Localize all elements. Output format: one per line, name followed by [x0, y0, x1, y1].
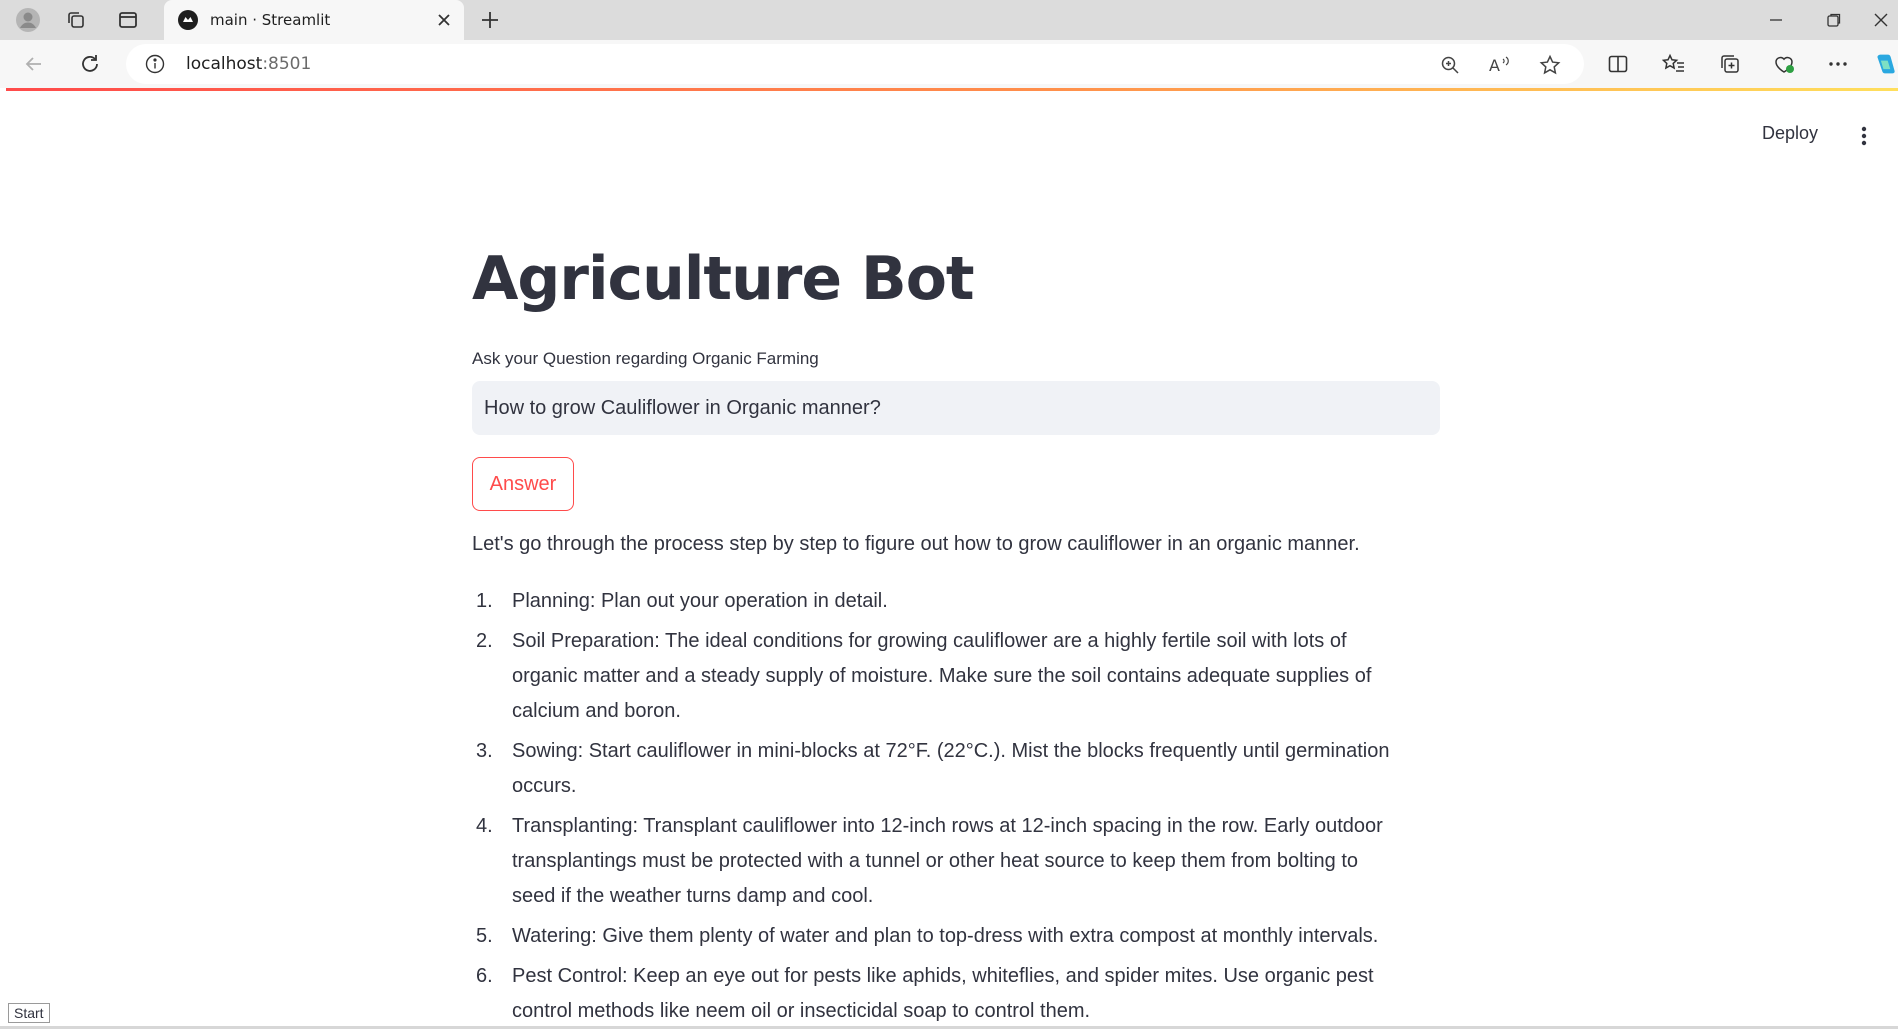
profile-icon[interactable]	[14, 6, 42, 34]
list-item-line: Sowing: Start cauliflower in mini-blocks…	[512, 740, 1390, 762]
read-aloud-icon[interactable]: A	[1488, 53, 1512, 77]
list-item-line: organic matter and a steady supply of mo…	[512, 665, 1372, 687]
question-input-label: Ask your Question regarding Organic Farm…	[472, 349, 819, 368]
close-window-icon[interactable]	[1864, 6, 1898, 34]
start-tag[interactable]: Start	[8, 1003, 50, 1023]
url-bar[interactable]: localhost:8501 A	[126, 44, 1584, 84]
main-menu-icon[interactable]	[1858, 125, 1870, 147]
answer-button[interactable]: Answer	[472, 457, 574, 511]
list-item-number: 5.	[476, 925, 493, 947]
url-host: localhost	[186, 54, 263, 74]
back-icon[interactable]	[20, 50, 48, 78]
minimize-icon[interactable]	[1754, 6, 1798, 34]
answer-steps-list: 1. Planning: Plan out your operation in …	[472, 584, 1440, 1034]
answer-intro-text: Let's go through the process step by ste…	[472, 533, 1360, 555]
list-item-number: 2.	[476, 630, 493, 652]
copilot-icon[interactable]	[1874, 50, 1898, 78]
list-item: 4. Transplanting: Transplant cauliflower…	[472, 809, 1440, 914]
workspaces-icon[interactable]	[62, 6, 90, 34]
tab-title: main · Streamlit	[210, 11, 331, 29]
list-item: 2. Soil Preparation: The ideal condition…	[472, 624, 1440, 729]
new-tab-icon[interactable]	[478, 8, 502, 32]
list-item-line: Watering: Give them plenty of water and …	[512, 925, 1379, 947]
list-item-number: 6.	[476, 965, 493, 987]
list-item-number: 3.	[476, 740, 493, 762]
list-item: 6. Pest Control: Keep an eye out for pes…	[472, 959, 1440, 1029]
favorite-star-icon[interactable]	[1538, 53, 1562, 77]
list-item: 3. Sowing: Start cauliflower in mini-blo…	[472, 734, 1440, 804]
streamlit-app: Deploy Agriculture Bot Ask your Question…	[6, 91, 1898, 1029]
favorites-icon[interactable]	[1660, 50, 1688, 78]
collections-icon[interactable]	[1716, 50, 1744, 78]
list-item-number: 4.	[476, 815, 493, 837]
browser-address-bar: localhost:8501 A	[0, 40, 1898, 88]
close-tab-icon[interactable]	[434, 10, 454, 30]
list-item-line: occurs.	[512, 775, 577, 797]
url-text: localhost:8501	[186, 54, 311, 74]
url-port: :8501	[262, 54, 312, 74]
list-item: 5. Watering: Give them plenty of water a…	[472, 919, 1440, 954]
svg-text:A: A	[1489, 56, 1500, 75]
vertical-tabs-icon[interactable]	[114, 6, 142, 34]
streamlit-favicon-icon	[178, 10, 198, 30]
browser-essentials-icon[interactable]	[1770, 50, 1798, 78]
list-item-line: control methods like neem oil or insecti…	[512, 1000, 1091, 1022]
browser-tab-bar: main · Streamlit	[0, 0, 1898, 40]
deploy-button[interactable]: Deploy	[1762, 123, 1818, 144]
zoom-icon[interactable]	[1438, 53, 1462, 77]
list-item-line: transplantings must be protected with a …	[512, 850, 1359, 872]
list-item-line: Pest Control: Keep an eye out for pests …	[512, 965, 1374, 987]
list-item: 1. Planning: Plan out your operation in …	[472, 584, 1440, 619]
list-item-line: seed if the weather turns damp and cool.	[512, 885, 874, 907]
list-item-line: calcium and boron.	[512, 700, 681, 722]
list-item-number: 1.	[476, 590, 493, 612]
list-item-line: Soil Preparation: The ideal conditions f…	[512, 630, 1347, 652]
browser-tab-active[interactable]: main · Streamlit	[164, 0, 464, 40]
question-input[interactable]: How to grow Cauliflower in Organic manne…	[472, 381, 1440, 435]
list-item-line: Planning: Plan out your operation in det…	[512, 590, 888, 612]
more-options-icon[interactable]	[1824, 50, 1852, 78]
restore-icon[interactable]	[1812, 6, 1856, 34]
page-title: Agriculture Bot	[472, 244, 975, 314]
split-screen-icon[interactable]	[1604, 50, 1632, 78]
list-item-line: Transplanting: Transplant cauliflower in…	[512, 815, 1383, 837]
refresh-icon[interactable]	[76, 50, 104, 78]
site-info-icon[interactable]	[144, 53, 166, 75]
